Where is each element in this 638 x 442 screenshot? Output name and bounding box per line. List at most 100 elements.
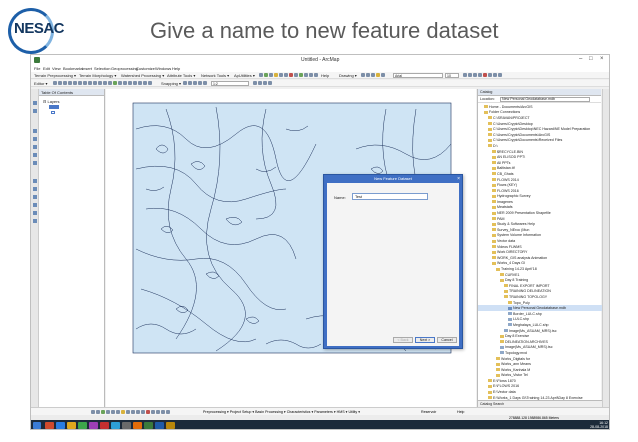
dock-icon[interactable] [33,219,37,223]
tool-icon [493,73,497,77]
toc-layers-node[interactable]: ⊟ Layers [43,99,59,104]
tool-icon [148,81,152,85]
dialog-close-icon[interactable]: × [457,176,460,182]
taskbar-app-icon[interactable] [56,422,65,429]
editor-icons[interactable] [53,81,152,85]
folder-icon [492,261,496,265]
dock-icon[interactable] [33,203,37,207]
taskbar-app-icon[interactable] [144,422,153,429]
dock-icon[interactable] [33,137,37,141]
menu-bar: File Edit View Bookmarks Insert Selectio… [31,65,609,72]
dock-icon[interactable] [33,153,37,157]
bottom-help-button[interactable]: Help [457,410,464,414]
tool-icon [264,73,268,77]
font-select[interactable]: Arial [393,73,443,78]
watershed-processing-menu[interactable]: Watershed Processing ▾ [121,73,164,78]
taskbar-app-icon[interactable] [133,422,142,429]
dock-icon[interactable] [33,179,37,183]
catalog-item-label: New Personal Geodatabase.mdb [513,306,566,311]
folder-icon [492,245,496,249]
menu-edit[interactable]: Edit [43,66,50,71]
editor-menu[interactable]: Editor ▾ [34,81,48,86]
toc-selected-layer[interactable] [49,105,59,109]
name-input[interactable]: Test [352,193,428,200]
folder-icon [484,110,488,114]
taskbar-app-icon[interactable] [111,422,120,429]
menu-bookmarks[interactable]: Bookmarks [63,66,83,71]
menu-selection[interactable]: Selection [94,66,110,71]
folder-icon [496,373,500,377]
menu-geoprocessing[interactable]: Geoprocessing [111,66,138,71]
catalog-item-label: Baltistan.tif [497,166,515,171]
dock-icon[interactable] [33,109,37,113]
folder-icon [492,239,496,243]
taskbar-clock[interactable]: 16:12 28-08-2018 [590,421,608,429]
next-button[interactable]: Next > [415,337,435,343]
scale-select[interactable]: 1:2 [211,81,249,86]
back-button[interactable]: < Back [393,337,413,343]
start-button-icon[interactable] [33,422,41,429]
taskbar-app-icon[interactable] [122,422,131,429]
toolbar-icons-1[interactable] [259,73,318,77]
network-tools-menu[interactable]: Network Tools ▾ [201,73,229,78]
folder-icon [484,105,488,109]
hec-geohms-menus[interactable]: Preprocessing ▾ Project Setup ▾ Basin Pr… [203,410,360,414]
arcmap-app-icon [34,57,40,63]
tool-icon [258,81,262,85]
dock-icon[interactable] [33,161,37,165]
menu-help[interactable]: Help [172,66,180,71]
aputilities-menu[interactable]: ApUtilities ▾ [234,73,255,78]
reservoir-select[interactable]: Reservoir [421,410,436,414]
taskbar-app-icon[interactable] [100,422,109,429]
folder-icon [492,256,496,260]
menu-customize[interactable]: Customize [136,66,155,71]
catalog-item-label: Works_Kanhala M [501,367,531,372]
menu-windows[interactable]: Windows [155,66,171,71]
dock-icon[interactable] [33,187,37,191]
catalog-item-label: E:\Flows 1870 [493,378,516,383]
dock-icon[interactable] [33,195,37,199]
dock-icon[interactable] [33,129,37,133]
tool-icon [96,410,100,414]
catalog-item-label: E:\Vector data [493,390,516,395]
format-icons[interactable] [463,73,502,77]
close-button[interactable]: × [600,56,604,62]
tools-icons-2[interactable] [253,81,272,85]
catalog-item-label: Works_Digitals for [501,356,531,361]
terrain-morphology-menu[interactable]: Terrain Morphology ▾ [79,73,116,78]
menu-view[interactable]: View [52,66,61,71]
folder-icon [488,390,492,394]
catalog-item-label: Works_4 Days GI [497,261,526,266]
catalog-tabs[interactable]: Catalog Search [478,400,602,407]
menu-file[interactable]: File [34,66,40,71]
tool-icon [141,410,145,414]
tool-icon [146,410,150,414]
drawing-icons[interactable] [361,73,385,77]
drawing-menu[interactable]: Drawing ▾ [339,73,357,78]
taskbar-app-icon[interactable] [78,422,87,429]
terrain-preprocessing-menu[interactable]: Terrain Preprocessing ▾ [34,73,76,78]
dock-icon[interactable] [33,101,37,105]
taskbar-app-icon[interactable] [166,422,175,429]
taskbar-app-icon[interactable] [67,422,76,429]
bottom-tool-icons[interactable] [91,410,170,414]
map-display[interactable]: New Feature Dataset × Name: Test < Back … [106,89,476,407]
minimize-button[interactable]: – [579,56,582,62]
cancel-button[interactable]: Cancel [437,337,457,343]
maximize-button[interactable]: □ [589,56,593,62]
taskbar-app-icon[interactable] [89,422,98,429]
font-size-select[interactable]: 10 [445,73,459,78]
dock-icon[interactable] [33,145,37,149]
dock-icon[interactable] [33,211,37,215]
catalog-tree-item[interactable]: C:\Users\Crypto\Desktop\NEC Hazard\NE Mo… [478,126,602,132]
attribute-tools-menu[interactable]: Attribute Tools ▾ [167,73,195,78]
catalog-item-label: Meghalaya_LULC.shp [513,322,549,327]
taskbar-app-icon[interactable] [45,422,54,429]
snapping-icons[interactable] [183,81,207,85]
location-input[interactable]: New Personal Geodatabase.mdb [500,97,590,102]
menu-insert[interactable]: Insert [82,66,92,71]
taskbar-app-icon[interactable] [155,422,164,429]
tool-icon [83,81,87,85]
help-menu-button[interactable]: Help [321,73,329,78]
snapping-menu[interactable]: Snapping ▾ [161,81,181,86]
